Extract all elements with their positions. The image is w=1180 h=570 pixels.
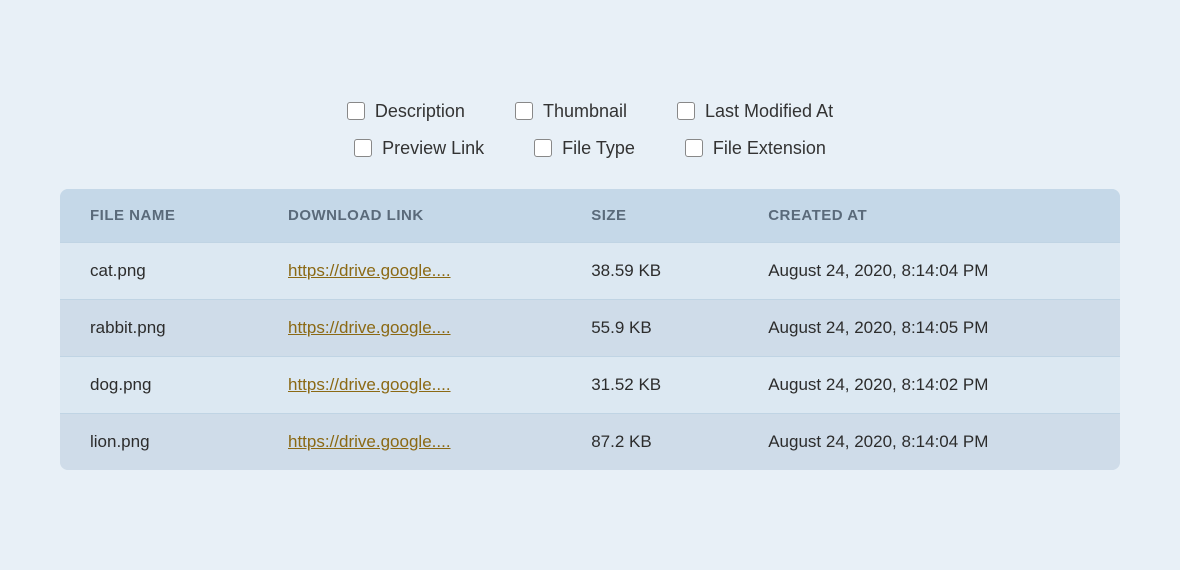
cell-size: 38.59 KB — [561, 242, 738, 299]
file-table: FILE NAME DOWNLOAD LINK SIZE CREATED AT … — [60, 189, 1120, 470]
download-link-anchor[interactable]: https://drive.google.... — [288, 375, 451, 394]
cell-size: 87.2 KB — [561, 413, 738, 470]
preview-link-label: Preview Link — [382, 138, 484, 159]
cell-created-at: August 24, 2020, 8:14:02 PM — [738, 356, 1120, 413]
cell-created-at: August 24, 2020, 8:14:04 PM — [738, 413, 1120, 470]
checkbox-item-thumbnail[interactable]: Thumbnail — [515, 101, 627, 122]
thumbnail-label: Thumbnail — [543, 101, 627, 122]
main-container: Description Thumbnail Last Modified At P… — [40, 71, 1140, 500]
cell-created-at: August 24, 2020, 8:14:04 PM — [738, 242, 1120, 299]
last-modified-at-checkbox[interactable] — [677, 102, 695, 120]
file-type-checkbox[interactable] — [534, 139, 552, 157]
file-extension-label: File Extension — [713, 138, 826, 159]
description-checkbox[interactable] — [347, 102, 365, 120]
file-table-container: FILE NAME DOWNLOAD LINK SIZE CREATED AT … — [60, 189, 1120, 470]
cell-download-link[interactable]: https://drive.google.... — [258, 242, 561, 299]
description-label: Description — [375, 101, 465, 122]
file-type-label: File Type — [562, 138, 635, 159]
table-row: cat.png https://drive.google.... 38.59 KBA… — [60, 242, 1120, 299]
cell-download-link[interactable]: https://drive.google.... — [258, 299, 561, 356]
cell-file-name: rabbit.png — [60, 299, 258, 356]
table-row: rabbit.png https://drive.google.... 55.9 K… — [60, 299, 1120, 356]
column-header-created-at: CREATED AT — [738, 189, 1120, 243]
file-extension-checkbox[interactable] — [685, 139, 703, 157]
cell-file-name: lion.png — [60, 413, 258, 470]
download-link-anchor[interactable]: https://drive.google.... — [288, 318, 451, 337]
download-link-anchor[interactable]: https://drive.google.... — [288, 261, 451, 280]
checkbox-row-1: Description Thumbnail Last Modified At — [347, 101, 833, 122]
checkbox-item-file-extension[interactable]: File Extension — [685, 138, 826, 159]
table-row: lion.png https://drive.google.... 87.2 KBA… — [60, 413, 1120, 470]
checkbox-item-file-type[interactable]: File Type — [534, 138, 635, 159]
checkbox-item-preview-link[interactable]: Preview Link — [354, 138, 484, 159]
cell-size: 55.9 KB — [561, 299, 738, 356]
table-header-row: FILE NAME DOWNLOAD LINK SIZE CREATED AT — [60, 189, 1120, 243]
checkbox-item-last-modified-at[interactable]: Last Modified At — [677, 101, 833, 122]
cell-download-link[interactable]: https://drive.google.... — [258, 356, 561, 413]
last-modified-at-label: Last Modified At — [705, 101, 833, 122]
cell-size: 31.52 KB — [561, 356, 738, 413]
thumbnail-checkbox[interactable] — [515, 102, 533, 120]
column-header-file-name: FILE NAME — [60, 189, 258, 243]
column-header-size: SIZE — [561, 189, 738, 243]
download-link-anchor[interactable]: https://drive.google.... — [288, 432, 451, 451]
table-row: dog.png https://drive.google.... 31.52 KBA… — [60, 356, 1120, 413]
cell-download-link[interactable]: https://drive.google.... — [258, 413, 561, 470]
cell-created-at: August 24, 2020, 8:14:05 PM — [738, 299, 1120, 356]
checkbox-row-2: Preview Link File Type File Extension — [354, 138, 826, 159]
cell-file-name: cat.png — [60, 242, 258, 299]
checkboxes-section: Description Thumbnail Last Modified At P… — [60, 101, 1120, 159]
column-header-download-link: DOWNLOAD LINK — [258, 189, 561, 243]
preview-link-checkbox[interactable] — [354, 139, 372, 157]
cell-file-name: dog.png — [60, 356, 258, 413]
checkbox-item-description[interactable]: Description — [347, 101, 465, 122]
